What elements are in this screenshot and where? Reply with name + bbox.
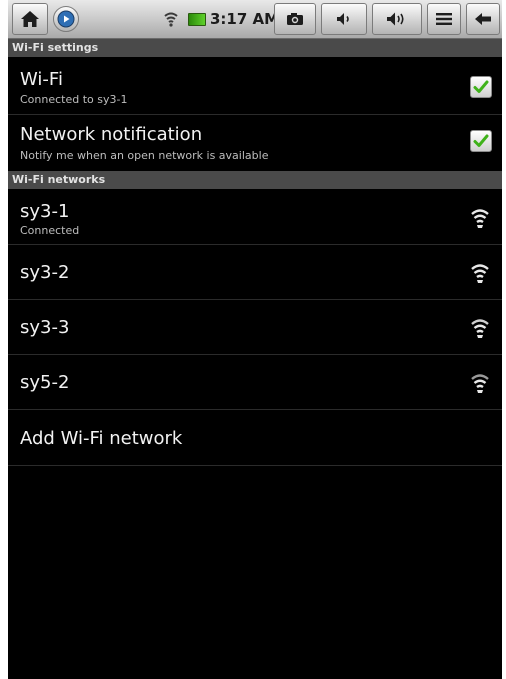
network-row-sy3-3[interactable]: sy3-3 bbox=[8, 300, 502, 355]
network-ssid: sy3-2 bbox=[20, 262, 70, 283]
section-header-wifi-networks: Wi-Fi networks bbox=[8, 171, 502, 189]
volume-up-button[interactable] bbox=[372, 3, 422, 35]
home-button[interactable] bbox=[12, 3, 48, 35]
network-row-sy5-2[interactable]: sy5-2 bbox=[8, 355, 502, 410]
wifi-signal-icon bbox=[471, 319, 489, 338]
network-ssid: sy3-1 bbox=[20, 201, 70, 222]
volume-down-icon bbox=[337, 13, 349, 25]
add-wifi-network-row[interactable]: Add Wi-Fi network bbox=[8, 410, 502, 466]
wifi-checkbox[interactable] bbox=[470, 76, 492, 98]
wifi-signal-icon bbox=[164, 12, 178, 27]
network-row-sy3-1[interactable]: sy3-1 Connected bbox=[8, 189, 502, 245]
android-screen: 3:17 AM Wi-Fi settings Wi-Fi Connected t… bbox=[8, 0, 502, 679]
home-icon bbox=[21, 11, 39, 27]
add-wifi-network-label: Add Wi-Fi network bbox=[20, 428, 183, 449]
network-notification-row[interactable]: Network notification Notify me when an o… bbox=[8, 115, 502, 170]
battery-icon bbox=[188, 13, 206, 26]
status-time: 3:17 AM bbox=[210, 10, 280, 28]
network-notification-checkbox[interactable] bbox=[470, 130, 492, 152]
screenshot-button[interactable] bbox=[274, 3, 316, 35]
wifi-signal-icon bbox=[471, 374, 489, 393]
network-ssid: sy5-2 bbox=[20, 372, 70, 393]
back-arrow-icon bbox=[475, 13, 491, 25]
wifi-toggle-row[interactable]: Wi-Fi Connected to sy3-1 bbox=[8, 57, 502, 115]
back-button[interactable] bbox=[466, 3, 500, 35]
network-ssid: sy3-3 bbox=[20, 317, 70, 338]
section-header-wifi-settings: Wi-Fi settings bbox=[8, 39, 502, 57]
wifi-signal-icon bbox=[471, 209, 489, 228]
volume-down-button[interactable] bbox=[321, 3, 367, 35]
network-status: Connected bbox=[20, 224, 80, 237]
checkmark-icon bbox=[473, 134, 489, 147]
camera-icon bbox=[287, 13, 303, 25]
checkmark-icon bbox=[473, 80, 489, 93]
menu-button[interactable] bbox=[427, 3, 461, 35]
circle-play-button[interactable] bbox=[53, 6, 79, 32]
menu-icon bbox=[436, 13, 452, 25]
wifi-toggle-title: Wi-Fi bbox=[20, 69, 63, 90]
network-notification-subtitle: Notify me when an open network is availa… bbox=[20, 149, 269, 162]
network-row-sy3-2[interactable]: sy3-2 bbox=[8, 245, 502, 300]
network-notification-title: Network notification bbox=[20, 124, 203, 145]
wifi-signal-icon bbox=[471, 264, 489, 283]
circle-play-icon bbox=[57, 10, 75, 28]
wifi-toggle-subtitle: Connected to sy3-1 bbox=[20, 93, 128, 106]
status-bar: 3:17 AM bbox=[8, 0, 502, 39]
volume-up-icon bbox=[387, 12, 404, 26]
